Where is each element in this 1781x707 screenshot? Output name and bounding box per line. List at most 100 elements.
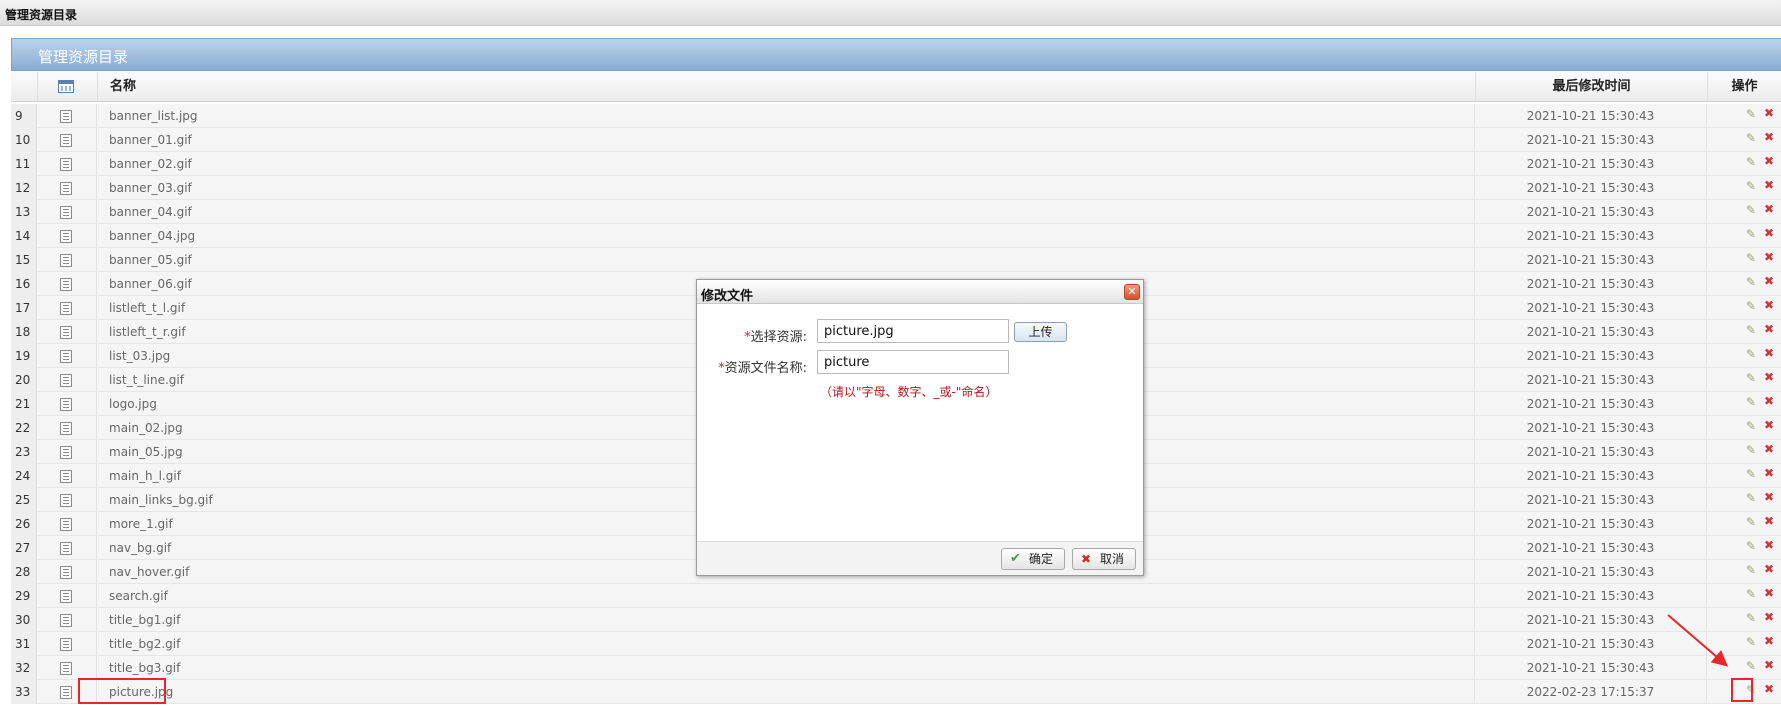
pencil-icon[interactable]: ✎ (1744, 563, 1758, 577)
pencil-icon[interactable]: ✎ (1744, 155, 1758, 169)
file-icon-cell (37, 224, 97, 248)
modified-time: 2021-10-21 15:30:43 (1475, 368, 1707, 392)
x-icon[interactable]: ✖ (1762, 106, 1776, 120)
x-icon[interactable]: ✖ (1762, 418, 1776, 432)
modified-time: 2021-10-21 15:30:43 (1475, 536, 1707, 560)
grid-header: 名称 最后修改时间 操作 (11, 72, 1781, 102)
pencil-icon[interactable]: ✎ (1744, 443, 1758, 457)
confirm-button[interactable]: ✔ 确定 (1001, 548, 1065, 570)
x-icon[interactable]: ✖ (1762, 250, 1776, 264)
modified-time: 2021-10-21 15:30:43 (1475, 128, 1707, 152)
x-icon[interactable]: ✖ (1762, 202, 1776, 216)
row-number: 20 (11, 368, 37, 392)
row-actions: ✎ ✖ (1707, 152, 1781, 176)
cancel-button[interactable]: ✖ 取消 (1072, 548, 1136, 570)
table-row[interactable]: 33 picture.jpg 2022-02-23 17:15:37 ✎ ✖ (11, 680, 1781, 704)
header-name[interactable]: 名称 (97, 72, 1475, 102)
x-icon[interactable]: ✖ (1762, 346, 1776, 360)
row-number: 12 (11, 176, 37, 200)
pencil-icon[interactable]: ✎ (1744, 203, 1758, 217)
file-name: search.gif (97, 584, 1475, 608)
table-row[interactable]: 11 banner_02.gif 2021-10-21 15:30:43 ✎ ✖ (11, 152, 1781, 176)
x-icon[interactable]: ✖ (1762, 610, 1776, 624)
row-number: 11 (11, 152, 37, 176)
pencil-icon[interactable]: ✎ (1744, 227, 1758, 241)
pencil-icon[interactable]: ✎ (1744, 131, 1758, 145)
modified-time: 2021-10-21 15:30:43 (1475, 416, 1707, 440)
x-icon[interactable]: ✖ (1762, 634, 1776, 648)
pencil-icon[interactable]: ✎ (1744, 467, 1758, 481)
x-icon[interactable]: ✖ (1762, 322, 1776, 336)
dialog-title: 修改文件 (701, 289, 754, 304)
table-row[interactable]: 15 banner_05.gif 2021-10-21 15:30:43 ✎ ✖ (11, 248, 1781, 272)
resource-input[interactable] (817, 319, 1009, 343)
header-icon-cell (37, 72, 97, 102)
pencil-icon[interactable]: ✎ (1744, 299, 1758, 313)
x-icon[interactable]: ✖ (1762, 562, 1776, 576)
table-row[interactable]: 13 banner_04.gif 2021-10-21 15:30:43 ✎ ✖ (11, 200, 1781, 224)
cancel-label: 取消 (1100, 552, 1125, 566)
table-row[interactable]: 32 title_bg3.gif 2021-10-21 15:30:43 ✎ ✖ (11, 656, 1781, 680)
row-actions: ✎ ✖ (1707, 560, 1781, 584)
document-icon (60, 662, 72, 675)
pencil-icon[interactable]: ✎ (1744, 251, 1758, 265)
pencil-icon[interactable]: ✎ (1744, 611, 1758, 625)
cancel-icon: ✖ (1081, 552, 1092, 566)
pencil-icon[interactable]: ✎ (1744, 275, 1758, 289)
pencil-icon[interactable]: ✎ (1744, 419, 1758, 433)
x-icon[interactable]: ✖ (1762, 586, 1776, 600)
modified-time: 2021-10-21 15:30:43 (1475, 512, 1707, 536)
close-icon[interactable]: ✕ (1124, 284, 1140, 300)
upload-button[interactable]: 上传 (1014, 322, 1067, 342)
table-row[interactable]: 14 banner_04.jpg 2021-10-21 15:30:43 ✎ ✖ (11, 224, 1781, 248)
table-row[interactable]: 12 banner_03.gif 2021-10-21 15:30:43 ✎ ✖ (11, 176, 1781, 200)
dialog-header[interactable]: 修改文件 ✕ (697, 280, 1143, 304)
pencil-icon[interactable]: ✎ (1744, 347, 1758, 361)
row-number: 28 (11, 560, 37, 584)
x-icon[interactable]: ✖ (1762, 394, 1776, 408)
table-row[interactable]: 31 title_bg2.gif 2021-10-21 15:30:43 ✎ ✖ (11, 632, 1781, 656)
x-icon[interactable]: ✖ (1762, 514, 1776, 528)
file-icon-cell (37, 272, 97, 296)
pencil-icon[interactable]: ✎ (1744, 323, 1758, 337)
row-actions: ✎ ✖ (1707, 176, 1781, 200)
row-actions: ✎ ✖ (1707, 392, 1781, 416)
table-row[interactable]: 30 title_bg1.gif 2021-10-21 15:30:43 ✎ ✖ (11, 608, 1781, 632)
modified-time: 2021-10-21 15:30:43 (1475, 200, 1707, 224)
x-icon[interactable]: ✖ (1762, 274, 1776, 288)
x-icon[interactable]: ✖ (1762, 298, 1776, 312)
pencil-icon[interactable]: ✎ (1744, 515, 1758, 529)
row-actions: ✎ ✖ (1707, 488, 1781, 512)
table-row[interactable]: 9 banner_list.jpg 2021-10-21 15:30:43 ✎ ✖ (11, 104, 1781, 128)
x-icon[interactable]: ✖ (1762, 178, 1776, 192)
modified-time: 2021-10-21 15:30:43 (1475, 296, 1707, 320)
pencil-icon[interactable]: ✎ (1744, 491, 1758, 505)
x-icon[interactable]: ✖ (1762, 154, 1776, 168)
table-row[interactable]: 10 banner_01.gif 2021-10-21 15:30:43 ✎ ✖ (11, 128, 1781, 152)
highlight-new-file-name (78, 678, 166, 704)
document-icon (60, 302, 72, 315)
x-icon[interactable]: ✖ (1762, 130, 1776, 144)
x-icon[interactable]: ✖ (1762, 682, 1776, 696)
pencil-icon[interactable]: ✎ (1744, 179, 1758, 193)
x-icon[interactable]: ✖ (1762, 370, 1776, 384)
table-row[interactable]: 29 search.gif 2021-10-21 15:30:43 ✎ ✖ (11, 584, 1781, 608)
x-icon[interactable]: ✖ (1762, 226, 1776, 240)
pencil-icon[interactable]: ✎ (1744, 539, 1758, 553)
pencil-icon[interactable]: ✎ (1744, 659, 1758, 673)
pencil-icon[interactable]: ✎ (1744, 587, 1758, 601)
document-icon (60, 278, 72, 291)
pencil-icon[interactable]: ✎ (1744, 107, 1758, 121)
pencil-icon[interactable]: ✎ (1744, 371, 1758, 385)
file-name-input[interactable] (817, 350, 1009, 374)
header-modified-time[interactable]: 最后修改时间 (1475, 72, 1707, 102)
x-icon[interactable]: ✖ (1762, 538, 1776, 552)
x-icon[interactable]: ✖ (1762, 658, 1776, 672)
pencil-icon[interactable]: ✎ (1744, 395, 1758, 409)
file-icon-cell (37, 416, 97, 440)
x-icon[interactable]: ✖ (1762, 442, 1776, 456)
x-icon[interactable]: ✖ (1762, 490, 1776, 504)
x-icon[interactable]: ✖ (1762, 466, 1776, 480)
document-icon (60, 686, 72, 699)
pencil-icon[interactable]: ✎ (1744, 635, 1758, 649)
